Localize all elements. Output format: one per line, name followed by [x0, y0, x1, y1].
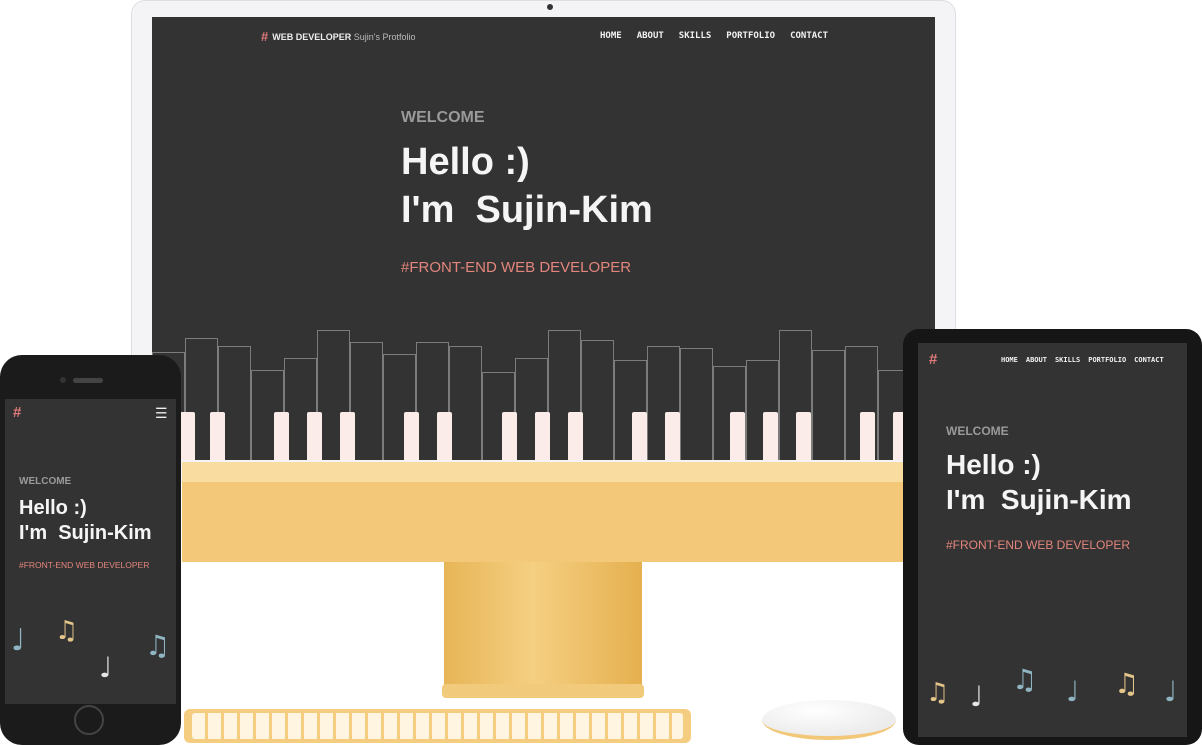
- piano-key-highlight: [274, 412, 289, 460]
- music-note-icon: ♫: [145, 629, 171, 662]
- imac-stand: [444, 562, 642, 686]
- tablet-nav-home[interactable]: HOME: [1001, 356, 1018, 364]
- imac-chin-shade: [182, 462, 905, 482]
- nav-skills[interactable]: SKILLS: [679, 31, 712, 41]
- piano-key-highlight: [730, 412, 745, 460]
- music-note-icon: ♩: [1164, 675, 1178, 708]
- mouse: [762, 700, 896, 740]
- tablet-nav-about[interactable]: ABOUT: [1026, 356, 1047, 364]
- nav-about[interactable]: ABOUT: [637, 31, 664, 41]
- phone-hello: Hello :) I'm Sujin-Kim: [19, 496, 152, 546]
- tablet-hello: Hello :) I'm Sujin-Kim: [946, 447, 1132, 518]
- phone-welcome: WELCOME: [19, 476, 72, 487]
- desktop-brand[interactable]: # WEB DEVELOPER Sujin's Protfolio: [261, 29, 416, 44]
- desktop-logo-icon: #: [261, 29, 269, 44]
- music-note-icon: ♩: [1066, 675, 1080, 708]
- phone-camera: [60, 377, 66, 383]
- piano-key-highlight: [665, 412, 680, 460]
- desktop-hello: Hello :) I'm Sujin-Kim: [401, 139, 653, 235]
- desktop-tagline: #FRONT-END WEB DEVELOPER: [401, 259, 632, 276]
- music-note-icon: ♩: [11, 623, 26, 658]
- desktop-hello-line1: Hello :): [401, 141, 530, 183]
- piano-key: [812, 350, 845, 460]
- phone-screen: # ☰ WELCOME Hello :) I'm Sujin-Kim #FRON…: [5, 399, 176, 704]
- tablet-tagline: #FRONT-END WEB DEVELOPER: [946, 538, 1131, 552]
- piano-keys-decoration: [152, 325, 935, 460]
- phone-hello-line1: Hello :): [19, 497, 87, 519]
- piano-key-highlight: [860, 412, 875, 460]
- piano-key: [449, 346, 482, 460]
- tablet-nav: HOME ABOUT SKILLS PORTFOLIO CONTACT: [1001, 356, 1164, 364]
- imac-foot: [442, 684, 644, 698]
- piano-key-highlight: [307, 412, 322, 460]
- phone-home-button[interactable]: [74, 705, 104, 735]
- hamburger-icon[interactable]: ☰: [155, 405, 168, 422]
- tablet-nav-portfolio[interactable]: PORTFOLIO: [1088, 356, 1126, 364]
- tablet-screen: # HOME ABOUT SKILLS PORTFOLIO CONTACT WE…: [918, 343, 1187, 737]
- music-note-icon: ♫: [55, 616, 79, 646]
- piano-key-highlight: [210, 412, 225, 460]
- phone-tagline: #FRONT-END WEB DEVELOPER: [19, 560, 150, 570]
- nav-contact[interactable]: CONTACT: [790, 31, 828, 41]
- desktop-brand-subtitle: Sujin's Protfolio: [353, 31, 416, 42]
- desktop-welcome: WELCOME: [401, 109, 485, 126]
- piano-key-highlight: [502, 412, 517, 460]
- tablet-hello-line1: Hello :): [946, 449, 1041, 480]
- piano-key-highlight: [180, 412, 195, 460]
- desktop-brand-title: WEB DEVELOPER Sujin's Protfolio: [272, 32, 415, 42]
- music-note-icon: ♫: [1114, 667, 1140, 700]
- piano-key-highlight: [535, 412, 550, 460]
- music-note-icon: ♩: [970, 680, 984, 713]
- desktop-brand-main: WEB DEVELOPER: [272, 31, 352, 42]
- music-note-icon: ♫: [926, 678, 950, 708]
- piano-key-highlight: [404, 412, 419, 460]
- piano-key-highlight: [568, 412, 583, 460]
- tablet-welcome: WELCOME: [946, 424, 1009, 438]
- piano-key: [680, 348, 713, 460]
- nav-home[interactable]: HOME: [600, 31, 622, 41]
- keyboard-keys: [192, 713, 683, 739]
- tablet-hello-line2: I'm Sujin-Kim: [946, 484, 1132, 516]
- imac-camera: [547, 4, 553, 10]
- music-note-icon: ♩: [99, 651, 113, 684]
- tablet-logo-icon[interactable]: #: [929, 351, 937, 368]
- piano-key-highlight: [340, 412, 355, 460]
- piano-key-highlight: [437, 412, 452, 460]
- piano-key-highlight: [763, 412, 778, 460]
- desktop-hello-line2: I'm Sujin-Kim: [401, 188, 653, 231]
- nav-portfolio[interactable]: PORTFOLIO: [726, 31, 775, 41]
- piano-key-highlight: [796, 412, 811, 460]
- phone-speaker: [73, 378, 103, 383]
- tablet-nav-skills[interactable]: SKILLS: [1055, 356, 1080, 364]
- piano-key-highlight: [632, 412, 647, 460]
- phone-logo-icon[interactable]: #: [13, 404, 21, 421]
- desktop-nav: HOME ABOUT SKILLS PORTFOLIO CONTACT: [600, 31, 828, 41]
- music-note-icon: ♫: [1012, 663, 1038, 696]
- phone-hello-line2: I'm Sujin-Kim: [19, 522, 152, 545]
- tablet-nav-contact[interactable]: CONTACT: [1134, 356, 1164, 364]
- piano-key: [581, 340, 614, 460]
